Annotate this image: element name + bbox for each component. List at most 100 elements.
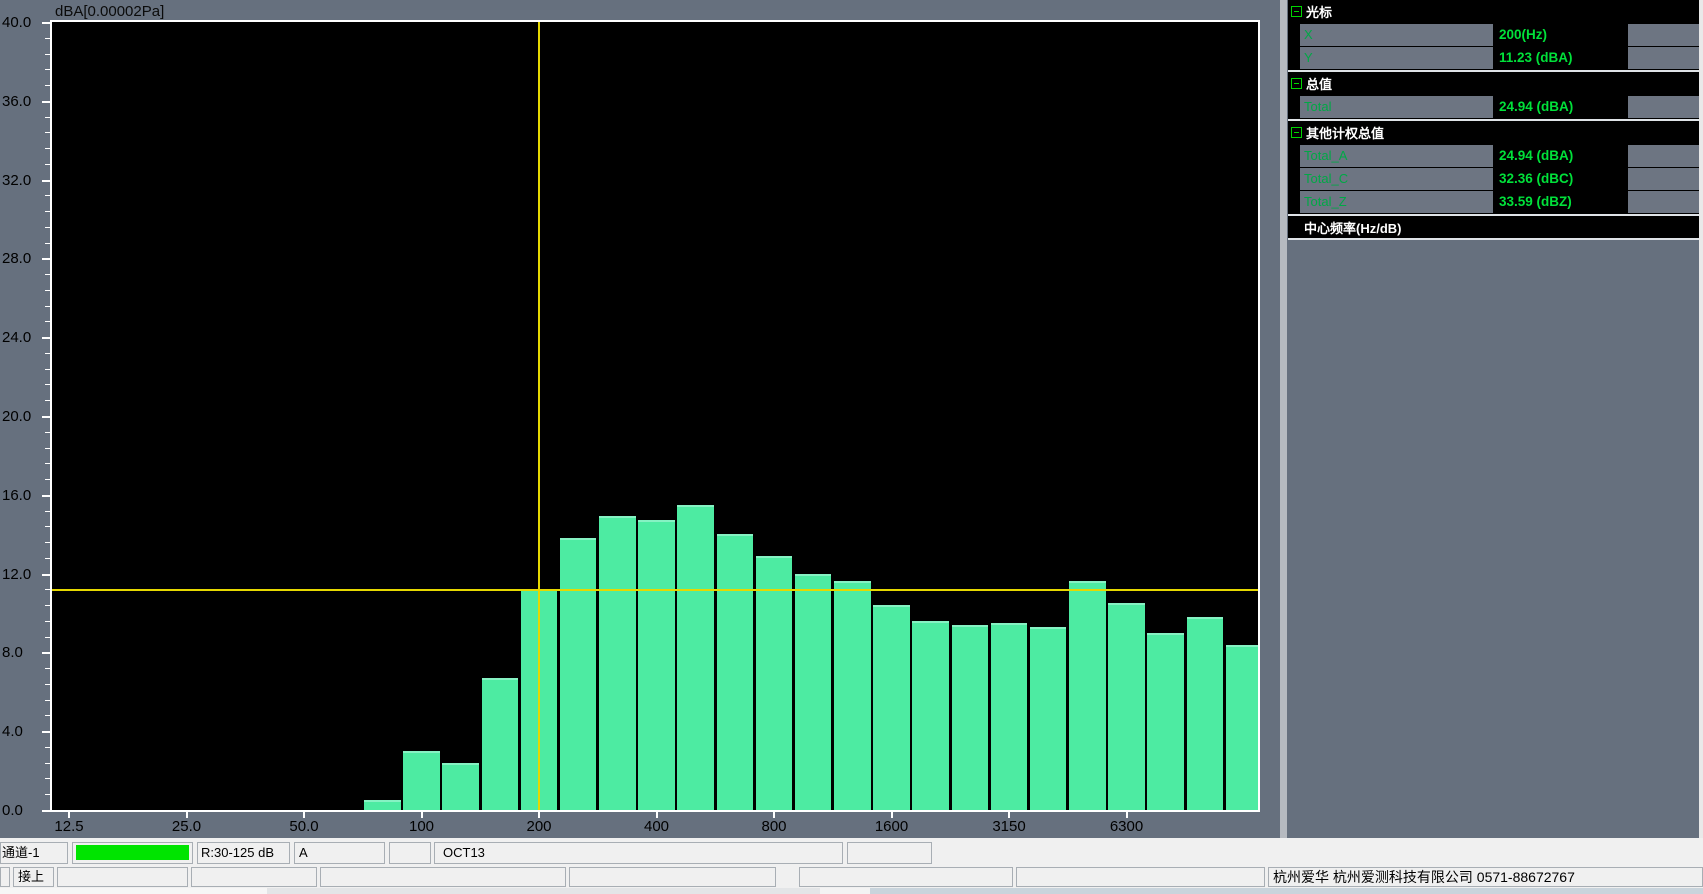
collapse-icon[interactable] bbox=[1291, 78, 1302, 89]
y-tick bbox=[42, 495, 50, 497]
conn-empty-cell bbox=[191, 867, 317, 887]
spectrum-bar-1000[interactable] bbox=[795, 574, 832, 810]
cursor-vertical-line[interactable] bbox=[538, 22, 540, 810]
collapse-icon[interactable] bbox=[1291, 6, 1302, 17]
app-window: dBA[0.00002Pa] 40.036.032.028.024.020.01… bbox=[0, 0, 1703, 894]
chart-title: dBA[0.00002Pa] bbox=[55, 3, 164, 20]
y-tick-label: 0.0 bbox=[2, 802, 46, 819]
spectrum-bar-2000[interactable] bbox=[912, 621, 949, 810]
y-tick-label: 8.0 bbox=[2, 644, 46, 661]
prop-total-value: 24.94 (dBA) bbox=[1495, 96, 1626, 118]
prop-row-total[interactable]: Total 24.94 (dBA) bbox=[1288, 96, 1699, 118]
collapse-icon[interactable] bbox=[1291, 127, 1302, 138]
level-indicator bbox=[76, 845, 189, 860]
y-tick-label: 32.0 bbox=[2, 172, 46, 189]
section-header-label: 总值 bbox=[1306, 74, 1332, 93]
cursor-horizontal-line[interactable] bbox=[52, 589, 1258, 591]
section-header-center-frequency[interactable]: 中心频率(Hz/dB) bbox=[1288, 216, 1699, 238]
y-tick-label: 20.0 bbox=[2, 408, 46, 425]
spectrum-bar-12500[interactable] bbox=[1226, 645, 1260, 810]
y-tick bbox=[42, 337, 50, 339]
x-tick-label: 50.0 bbox=[274, 818, 334, 835]
prop-x-value: 200(Hz) bbox=[1495, 24, 1626, 46]
spectrum-bar-100[interactable] bbox=[403, 751, 440, 810]
section-header-cursor[interactable]: 光标 bbox=[1288, 0, 1699, 22]
spectrum-bar-1600[interactable] bbox=[873, 605, 910, 810]
x-tick-label: 3150 bbox=[979, 818, 1039, 835]
x-tick-label: 200 bbox=[509, 818, 569, 835]
prop-row-x[interactable]: X 200(Hz) bbox=[1288, 24, 1699, 46]
conn-empty-cell bbox=[320, 867, 566, 887]
spectrum-bar-10000[interactable] bbox=[1187, 617, 1224, 810]
prop-total-a-value: 24.94 (dBA) bbox=[1495, 145, 1626, 167]
conn-empty-cell bbox=[799, 867, 1013, 887]
status-empty-cell bbox=[847, 842, 932, 864]
status-range: R:30-125 dB bbox=[197, 842, 290, 864]
y-tick bbox=[42, 258, 50, 260]
panel-right-border bbox=[1699, 0, 1703, 838]
spectrum-bar-1250[interactable] bbox=[834, 581, 871, 810]
x-tick-label: 6300 bbox=[1097, 818, 1157, 835]
spectrum-bar-125[interactable] bbox=[442, 763, 479, 810]
status-area: 通道-1 R:30-125 dB A OCT13 接上 杭州爱华 杭州爱测科技有… bbox=[0, 838, 1703, 894]
y-tick bbox=[42, 810, 50, 812]
spectrum-bar-500[interactable] bbox=[677, 505, 714, 810]
section-header-label: 中心频率(Hz/dB) bbox=[1304, 218, 1402, 237]
y-tick bbox=[42, 652, 50, 654]
section-header-total[interactable]: 总值 bbox=[1288, 72, 1699, 94]
status-level-indicator-cell bbox=[72, 842, 193, 864]
spectrum-bar-6300[interactable] bbox=[1108, 603, 1145, 810]
section-rows-cursor: X 200(Hz) Y 11.23 (dBA) bbox=[1288, 22, 1699, 70]
x-tick-label: 12.5 bbox=[39, 818, 99, 835]
conn-link-status: 接上 bbox=[13, 867, 54, 887]
spectrum-bar-80[interactable] bbox=[364, 800, 401, 810]
section-header-weighted-totals[interactable]: 其他计权总值 bbox=[1288, 121, 1699, 143]
prop-total-c-value: 32.36 (dBC) bbox=[1495, 168, 1626, 190]
conn-empty-cell bbox=[0, 867, 10, 887]
section-rows-weighted: Total_A 24.94 (dBA) Total_C 32.36 (dBC) … bbox=[1288, 143, 1699, 214]
y-tick-label: 28.0 bbox=[2, 250, 46, 267]
spectrum-bar-160[interactable] bbox=[482, 678, 519, 810]
spectrum-bar-315[interactable] bbox=[599, 516, 636, 810]
prop-row-total-c[interactable]: Total_C 32.36 (dBC) bbox=[1288, 168, 1699, 190]
section-header-label: 光标 bbox=[1306, 2, 1332, 21]
spectrum-bar-8000[interactable] bbox=[1147, 633, 1184, 810]
divider bbox=[1288, 238, 1699, 240]
y-tick bbox=[42, 416, 50, 418]
y-tick bbox=[42, 22, 50, 24]
spectrum-plot-area[interactable] bbox=[50, 20, 1260, 812]
spectrum-bar-5000[interactable] bbox=[1069, 581, 1106, 810]
spectrum-bar-800[interactable] bbox=[756, 556, 793, 810]
y-tick-label: 40.0 bbox=[2, 14, 46, 31]
spectrum-bar-250[interactable] bbox=[560, 538, 597, 810]
section-header-label: 其他计权总值 bbox=[1306, 123, 1384, 142]
x-tick-label: 1600 bbox=[862, 818, 922, 835]
prop-y-label: Y bbox=[1300, 47, 1493, 69]
y-tick-label: 16.0 bbox=[2, 487, 46, 504]
spectrum-bar-2500[interactable] bbox=[952, 625, 989, 810]
conn-empty-cell bbox=[1016, 867, 1265, 887]
conn-empty-cell bbox=[569, 867, 776, 887]
y-tick-label: 4.0 bbox=[2, 723, 46, 740]
status-mode: OCT13 bbox=[434, 842, 843, 864]
y-tick-label: 24.0 bbox=[2, 329, 46, 346]
status-channel: 通道-1 bbox=[0, 842, 68, 864]
spectrum-bar-4000[interactable] bbox=[1030, 627, 1067, 810]
properties-panel: 光标 X 200(Hz) Y 11.23 (dBA) 总值 bbox=[1288, 0, 1699, 838]
spectrum-bar-630[interactable] bbox=[717, 534, 754, 810]
spectrum-bar-3150[interactable] bbox=[991, 623, 1028, 810]
prop-row-total-z[interactable]: Total_Z 33.59 (dBZ) bbox=[1288, 191, 1699, 213]
prop-y-value: 11.23 (dBA) bbox=[1495, 47, 1626, 69]
taskbar-edge bbox=[0, 888, 1703, 894]
prop-x-label: X bbox=[1300, 24, 1493, 46]
status-empty-cell bbox=[389, 842, 431, 864]
x-tick-label: 400 bbox=[627, 818, 687, 835]
prop-row-y[interactable]: Y 11.23 (dBA) bbox=[1288, 47, 1699, 69]
prop-total-a-label: Total_A bbox=[1300, 145, 1493, 167]
spectrum-bar-400[interactable] bbox=[638, 520, 675, 810]
y-tick-label: 12.0 bbox=[2, 566, 46, 583]
prop-row-total-a[interactable]: Total_A 24.94 (dBA) bbox=[1288, 145, 1699, 167]
y-tick bbox=[42, 574, 50, 576]
prop-total-label: Total bbox=[1300, 96, 1493, 118]
panel-splitter[interactable] bbox=[1280, 0, 1287, 838]
